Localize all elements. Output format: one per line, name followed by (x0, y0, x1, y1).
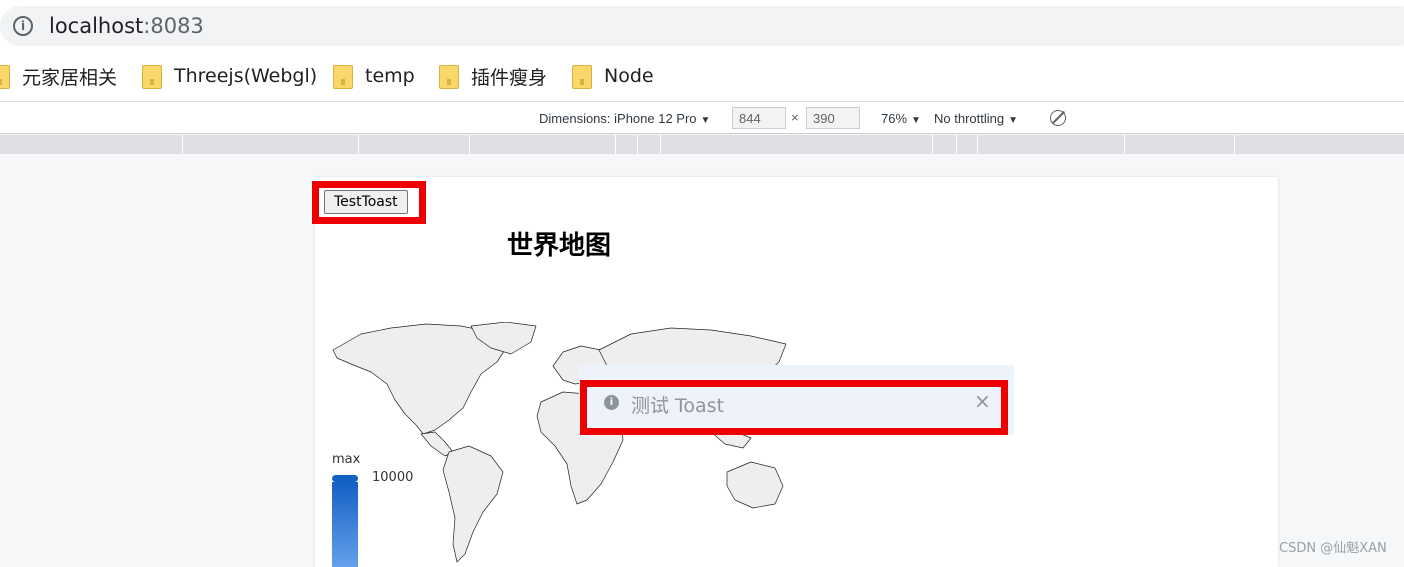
zoom-label: 76% (881, 111, 908, 126)
site-info-icon[interactable]: i (13, 16, 33, 36)
ruler-tick[interactable] (932, 135, 933, 154)
visualmap-max-label: max (332, 452, 361, 467)
address-bar-row: i localhost:8083 (0, 0, 1404, 50)
ruler-tick[interactable] (469, 135, 470, 154)
width-input[interactable]: 844 (732, 107, 786, 129)
dimensions-label: Dimensions: iPhone 12 Pro (539, 111, 697, 126)
caret-down-icon: ▼ (700, 115, 711, 126)
visualmap-handle[interactable] (332, 475, 358, 482)
omnibox[interactable]: i localhost:8083 (0, 6, 1404, 46)
bookmark-item[interactable]: 插件瘦身 (439, 63, 547, 89)
bookmark-item[interactable]: 元家居相关 (0, 63, 117, 89)
folder-icon (142, 65, 162, 89)
ruler-tick[interactable] (615, 135, 616, 154)
ruler-tick[interactable] (660, 135, 661, 154)
bookmark-label: 插件瘦身 (471, 66, 548, 89)
rotate-icon[interactable] (1046, 106, 1070, 130)
height-input[interactable]: 390 (806, 107, 860, 129)
folder-icon (0, 65, 10, 89)
visualmap-bar[interactable] (332, 482, 358, 567)
map-title: 世界地图 (507, 231, 612, 261)
annotation-box-toast (580, 380, 1008, 435)
media-query-ruler[interactable] (0, 135, 1404, 154)
folder-icon (439, 65, 459, 89)
ruler-tick[interactable] (182, 135, 183, 154)
ruler-tick[interactable] (1234, 135, 1235, 154)
bookmark-label: Node (604, 65, 654, 87)
bookmark-label: temp (365, 65, 415, 87)
ruler-tick[interactable] (637, 135, 638, 154)
region-south-america (442, 445, 504, 563)
bookmark-item[interactable]: Node (572, 63, 654, 89)
bookmark-item[interactable]: temp (333, 63, 415, 89)
url-host: localhost (49, 14, 144, 38)
caret-down-icon: ▼ (911, 115, 921, 126)
annotation-box-button (312, 181, 426, 224)
times-sign: × (791, 110, 799, 125)
ruler-tick[interactable] (977, 135, 978, 154)
ruler-tick[interactable] (358, 135, 359, 154)
ruler-tick[interactable] (1124, 135, 1125, 154)
throttling-label: No throttling (934, 111, 1005, 126)
caret-down-icon: ▼ (1008, 115, 1018, 126)
url-text[interactable]: localhost:8083 (49, 14, 204, 38)
throttling-select[interactable]: No throttling ▼ (934, 111, 1018, 126)
folder-icon (572, 65, 592, 89)
dimensions-select[interactable]: Dimensions: iPhone 12 Pro ▼ (539, 111, 710, 126)
visualmap-max-value: 10000 (372, 470, 414, 485)
bookmark-label: Threejs(Webgl) (174, 65, 318, 87)
region-australia (726, 461, 784, 509)
device-toolbar: Dimensions: iPhone 12 Pro ▼ 844 × 390 76%… (0, 102, 1404, 134)
zoom-select[interactable]: 76% ▼ (881, 111, 921, 126)
bookmark-label: 元家居相关 (22, 66, 118, 89)
ruler-tick[interactable] (956, 135, 957, 154)
world-map[interactable] (331, 322, 791, 567)
watermark: CSDN @仙魁XAN (1279, 541, 1387, 556)
bookmarks-bar: 元家居相关 Threejs(Webgl) temp 插件瘦身 Node (0, 50, 1404, 102)
url-port: :8083 (143, 14, 204, 38)
folder-icon (333, 65, 353, 89)
bookmark-item[interactable]: Threejs(Webgl) (142, 63, 317, 89)
region-central-america (420, 431, 454, 457)
